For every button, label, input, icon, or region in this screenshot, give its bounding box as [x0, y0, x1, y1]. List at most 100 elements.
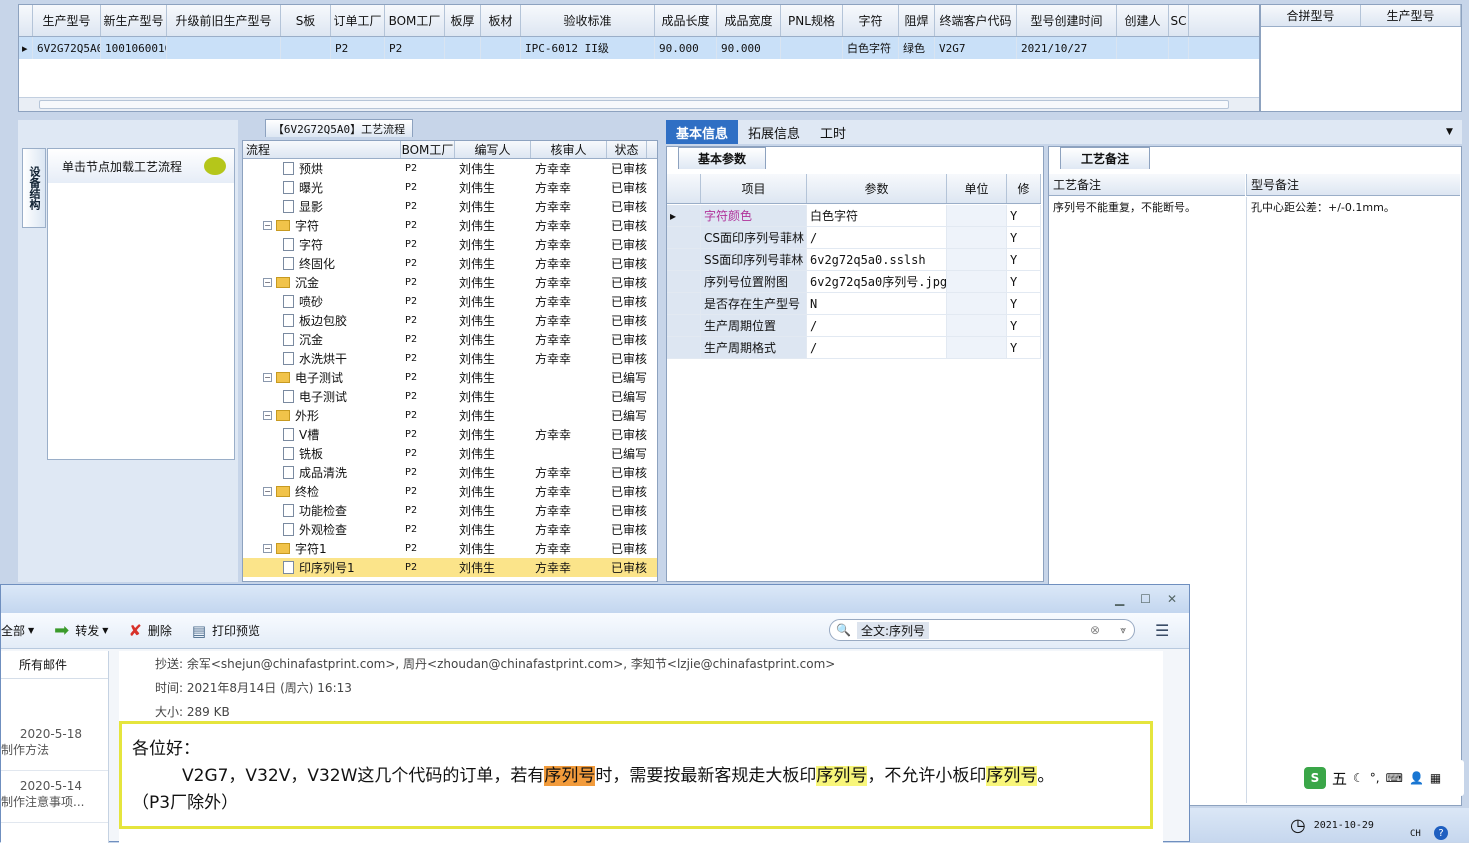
model-note-text[interactable]: 孔中心距公差：+/-0.1mm。: [1246, 197, 1446, 803]
column-header[interactable]: 成品长度: [655, 5, 717, 36]
param-row[interactable]: 序列号位置附图 6v2g72q5a0序列号.jpg Y: [667, 271, 1041, 293]
process-row[interactable]: − 沉金 P2 刘伟生 方幸幸 已审核: [243, 273, 657, 292]
keyboard-icon[interactable]: ⌨: [1386, 771, 1403, 785]
process-node[interactable]: 印序列号1: [243, 558, 401, 577]
process-node[interactable]: − 外形: [243, 406, 401, 425]
process-row[interactable]: − 终检 P2 刘伟生 方幸幸 已审核: [243, 482, 657, 501]
process-node[interactable]: − 沉金: [243, 273, 401, 292]
column-header[interactable]: BOM工厂: [385, 5, 445, 36]
column-header[interactable]: PNL规格: [781, 5, 843, 36]
param-unit-cell[interactable]: [947, 315, 1007, 336]
grid-cell[interactable]: [481, 37, 521, 59]
grid-cell[interactable]: [1117, 37, 1169, 59]
param-value-cell[interactable]: 6v2g72q5a0序列号.jpg: [807, 271, 947, 292]
grid-icon[interactable]: ▦: [1430, 771, 1441, 785]
column-header[interactable]: 终端客户代码: [935, 5, 1017, 36]
param-unit-cell[interactable]: [947, 271, 1007, 292]
process-node[interactable]: 板边包胶: [243, 311, 401, 330]
grid-cell[interactable]: [167, 37, 281, 59]
sogou-icon[interactable]: S: [1304, 767, 1326, 789]
column-header[interactable]: 升级前旧生产型号: [167, 5, 281, 36]
maximize-icon[interactable]: ☐: [1140, 592, 1151, 606]
process-row[interactable]: 沉金 P2 刘伟生 方幸幸 已审核: [243, 330, 657, 349]
grid-cell[interactable]: P2: [385, 37, 445, 59]
process-node[interactable]: V槽: [243, 425, 401, 444]
process-node[interactable]: 显影: [243, 197, 401, 216]
param-value-cell[interactable]: 6v2g72q5a0.sslsh: [807, 249, 947, 270]
chevron-down-icon[interactable]: ⩔: [1120, 625, 1126, 636]
horizontal-scrollbar[interactable]: [19, 97, 1259, 111]
param-item-cell[interactable]: 生产周期位置: [701, 315, 807, 336]
grid-cell[interactable]: 90.000: [717, 37, 781, 59]
process-row[interactable]: 水洗烘干 P2 刘伟生 方幸幸 已审核: [243, 349, 657, 368]
tab-work-hours[interactable]: 工时: [810, 120, 856, 144]
column-header[interactable]: 创建人: [1117, 5, 1169, 36]
param-unit-cell[interactable]: [947, 227, 1007, 248]
param-row[interactable]: ▸ 字符颜色 白色字符 Y: [667, 205, 1041, 227]
minimize-icon[interactable]: ▁: [1115, 592, 1124, 606]
all-mail-title[interactable]: 所有邮件: [1, 651, 108, 679]
grid-cell[interactable]: 白色字符: [843, 37, 899, 59]
param-flag-cell[interactable]: Y: [1007, 337, 1041, 358]
mail-list-item[interactable]: 2020-5-14 制作注意事项...: [1, 771, 108, 823]
grid-cell[interactable]: 2021/10/27: [1017, 37, 1117, 59]
panel-header[interactable]: 单击节点加载工艺流程: [48, 149, 234, 183]
column-header[interactable]: 阻焊: [899, 5, 935, 36]
param-value-cell[interactable]: /: [807, 227, 947, 248]
column-header[interactable]: 验收标准: [521, 5, 655, 36]
tab-extended-info[interactable]: 拓展信息: [738, 120, 810, 144]
grid-cell[interactable]: [445, 37, 481, 59]
grid-cell[interactable]: V2G7: [935, 37, 1017, 59]
process-node[interactable]: 水洗烘干: [243, 349, 401, 368]
process-row[interactable]: − 字符 P2 刘伟生 方幸幸 已审核: [243, 216, 657, 235]
process-node[interactable]: − 字符: [243, 216, 401, 235]
process-node[interactable]: 电子测试: [243, 387, 401, 406]
column-header[interactable]: 字符: [843, 5, 899, 36]
delete-button[interactable]: ✘ 删除: [128, 621, 171, 640]
param-row[interactable]: SS面印序列号菲林 6v2g72q5a0.sslsh Y: [667, 249, 1041, 271]
process-row[interactable]: − 电子测试 P2 刘伟生 已编写: [243, 368, 657, 387]
param-item-cell[interactable]: CS面印序列号菲林: [701, 227, 807, 248]
equipment-structure-tab[interactable]: 设备结构: [22, 148, 46, 228]
column-header[interactable]: 生产型号: [33, 5, 101, 36]
param-row[interactable]: 是否存在生产型号 N Y: [667, 293, 1041, 315]
process-row[interactable]: − 字符1 P2 刘伟生 方幸幸 已审核: [243, 539, 657, 558]
param-unit-cell[interactable]: [947, 249, 1007, 270]
mail-list-item[interactable]: 2020-5-18 制作方法: [1, 719, 108, 771]
grid-cell[interactable]: [281, 37, 331, 59]
process-node[interactable]: 外观检查: [243, 520, 401, 539]
process-row[interactable]: 功能检查 P2 刘伟生 方幸幸 已审核: [243, 501, 657, 520]
grid-cell[interactable]: P2: [331, 37, 385, 59]
collapse-icon[interactable]: −: [263, 544, 272, 553]
process-node[interactable]: − 字符1: [243, 539, 401, 558]
process-row[interactable]: 板边包胶 P2 刘伟生 方幸幸 已审核: [243, 311, 657, 330]
tab-basic-info[interactable]: 基本信息: [666, 120, 739, 144]
param-unit-cell[interactable]: [947, 337, 1007, 358]
process-row[interactable]: 终固化 P2 刘伟生 方幸幸 已审核: [243, 254, 657, 273]
close-icon[interactable]: ✕: [1167, 592, 1177, 606]
user-icon[interactable]: 👤: [1409, 771, 1424, 785]
param-item-cell[interactable]: 字符颜色: [701, 205, 807, 226]
process-node[interactable]: − 电子测试: [243, 368, 401, 387]
language-indicator[interactable]: CH: [1410, 829, 1421, 839]
grid-cell[interactable]: [1169, 37, 1189, 59]
process-row[interactable]: 铣板 P2 刘伟生 已编写: [243, 444, 657, 463]
param-item-cell[interactable]: 序列号位置附图: [701, 271, 807, 292]
process-node[interactable]: 功能检查: [243, 501, 401, 520]
process-row[interactable]: 成品清洗 P2 刘伟生 方幸幸 已审核: [243, 463, 657, 482]
grid-cell[interactable]: 6V2G72Q5A0: [33, 37, 101, 59]
param-value-cell[interactable]: /: [807, 315, 947, 336]
column-header[interactable]: S板: [281, 5, 331, 36]
process-node[interactable]: 曝光: [243, 178, 401, 197]
grid-cell[interactable]: 90.000: [655, 37, 717, 59]
column-header[interactable]: 订单工厂: [331, 5, 385, 36]
collapse-icon[interactable]: −: [263, 411, 272, 420]
param-flag-cell[interactable]: Y: [1007, 205, 1041, 226]
process-row[interactable]: 印序列号1 P2 刘伟生 方幸幸 已审核: [243, 558, 657, 577]
process-node[interactable]: 沉金: [243, 330, 401, 349]
process-row[interactable]: 曝光 P2 刘伟生 方幸幸 已审核: [243, 178, 657, 197]
collapse-icon[interactable]: −: [263, 221, 272, 230]
process-node[interactable]: 成品清洗: [243, 463, 401, 482]
clear-icon[interactable]: ⊗: [1090, 623, 1100, 637]
column-header[interactable]: 新生产型号: [101, 5, 167, 36]
